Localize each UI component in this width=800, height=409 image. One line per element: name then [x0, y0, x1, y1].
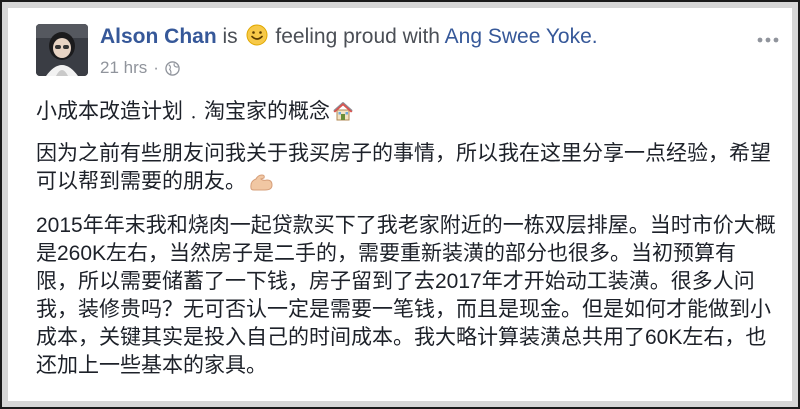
avatar-photo-icon [36, 24, 88, 76]
facebook-post: Alson Chan is feeling proud with Ang Swe… [10, 10, 790, 399]
meta-separator: · [153, 58, 159, 77]
house-icon [332, 100, 354, 130]
paragraph-intro-text: 因为之前有些朋友问我关于我买房子的事情，所以我在这里分享一点经验，希望可以帮到需… [36, 142, 771, 193]
post-title-text: 小成本改造计划﹒淘宝家的概念 [36, 100, 330, 123]
is-text: is [222, 25, 238, 48]
post-paragraph-intro: 因为之前有些朋友问我关于我买房子的事情，所以我在这里分享一点经验，希望可以帮到需… [36, 140, 776, 200]
post-header: Alson Chan is feeling proud with Ang Swe… [100, 24, 598, 49]
more-options-icon[interactable] [754, 32, 782, 48]
flexed-biceps-icon [248, 172, 274, 200]
smiling-face-icon [246, 24, 268, 46]
post-title: 小成本改造计划﹒淘宝家的概念 [36, 98, 776, 130]
avatar[interactable] [36, 24, 88, 76]
post-meta: 21 hrs · [100, 58, 180, 81]
feeling-text: feeling proud with [275, 25, 440, 48]
post-paragraph-story: 2015年年末我和烧肉一起贷款买下了我老家附近的一栋双层排屋。当时市价大概是26… [36, 214, 776, 377]
globe-icon[interactable] [165, 61, 180, 81]
post-text: 小成本改造计划﹒淘宝家的概念 因为之前有些朋友问我关于我买房子的事情，所以我在这… [36, 98, 776, 392]
author-name[interactable]: Alson Chan [100, 25, 217, 48]
tagged-person[interactable]: Ang Swee Yoke. [445, 25, 598, 48]
timestamp[interactable]: 21 hrs [100, 58, 147, 77]
